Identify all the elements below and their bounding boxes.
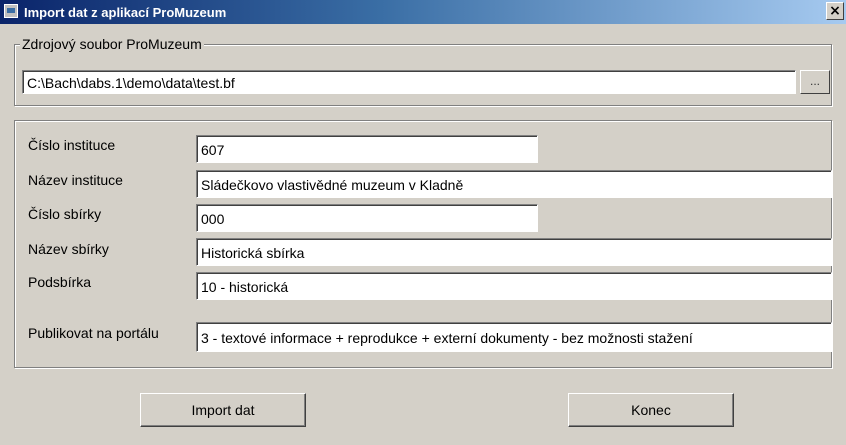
import-button[interactable]: Import dat [140,393,306,427]
institution-number-label: Číslo instituce [28,137,116,153]
app-icon [4,4,18,18]
close-icon[interactable]: × [826,2,844,20]
source-path-input[interactable]: C:\Bach\dabs.1\demo\data\test.bf [22,70,796,94]
collection-name-input[interactable]: Historická sbírka [196,238,832,266]
source-file-legend: Zdrojový soubor ProMuzeum [20,36,204,52]
subcollection-label: Podsbírka [28,274,92,290]
browse-button[interactable]: ... [800,70,830,94]
window-titlebar: Import dat z aplikací ProMuzeum × [0,0,846,24]
institution-number-input[interactable]: 607 [196,135,538,163]
institution-name-input[interactable]: Sládečkovo vlastivědné muzeum v Kladně [196,170,832,198]
close-button[interactable]: Konec [568,393,734,427]
collection-number-label: Číslo sbírky [28,206,102,222]
publish-on-portal-label: Publikovat na portálu [28,325,159,341]
collection-name-label: Název sbírky [28,241,109,257]
publish-on-portal-select[interactable]: 3 - textové informace + reprodukce + ext… [196,322,832,352]
window-title: Import dat z aplikací ProMuzeum [24,5,227,20]
institution-name-label: Název instituce [28,172,123,188]
collection-number-input[interactable]: 000 [196,204,538,232]
subcollection-input[interactable]: 10 - historická [196,272,832,300]
